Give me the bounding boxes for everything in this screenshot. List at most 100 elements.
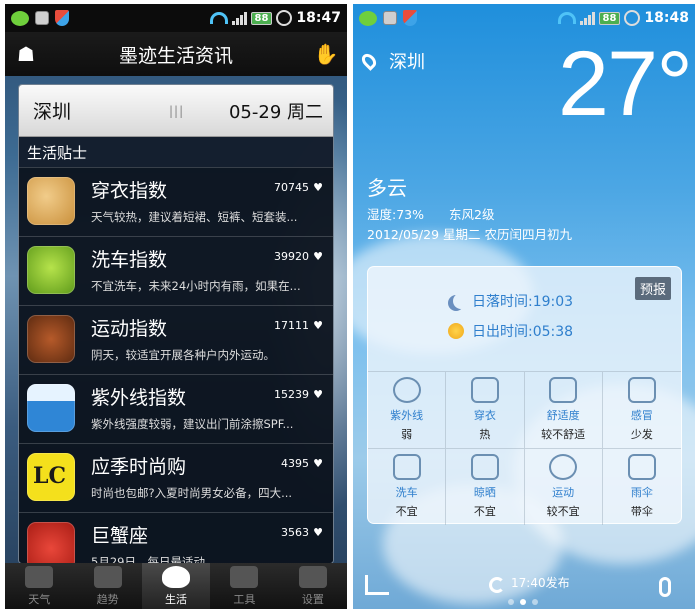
- tip-name: 运动指数: [91, 318, 168, 340]
- weather-screen: 88 18:48 深圳 27° 多云 湿度:73% 东风2级 2012/05/2…: [353, 4, 695, 609]
- battery-icon: 88: [598, 11, 621, 25]
- index-carwash[interactable]: 洗车 不宜: [368, 448, 447, 525]
- sunrise-time: 日出时间:05:38: [472, 324, 574, 340]
- tip-desc: 天气较热，建议着短裙、短裤、短套装...: [91, 210, 298, 224]
- tab-weather[interactable]: 天气: [5, 563, 73, 609]
- settings-gear-icon: [298, 566, 327, 588]
- football-icon: [27, 315, 75, 363]
- index-umbrella[interactable]: 雨伞 带伞: [603, 449, 681, 526]
- crab-icon: [27, 522, 75, 563]
- index-value: 带伞: [630, 505, 653, 519]
- index-value: 不宜: [395, 505, 418, 519]
- signal-icon: [579, 11, 595, 25]
- add-city-icon[interactable]: ☗: [13, 42, 39, 66]
- list-item[interactable]: 洗车指数 39920 ♥ 不宜洗车，未来24小时内有雨，如果在...: [19, 236, 333, 305]
- tab-label: 趋势: [96, 593, 119, 606]
- medkit-icon: [627, 377, 656, 404]
- city-name: 深圳: [389, 52, 425, 73]
- index-value: 弱: [401, 428, 413, 442]
- signal-icon: [231, 11, 247, 25]
- status-bar: 88 18:47: [5, 4, 347, 32]
- trend-icon: [93, 566, 122, 588]
- ball-icon: [549, 454, 578, 481]
- wechat-icon: [359, 10, 377, 26]
- refresh-icon[interactable]: [489, 577, 505, 593]
- weather-condition: 多云: [367, 176, 407, 200]
- like-count: 3563: [281, 526, 309, 539]
- weather-icon: [25, 566, 54, 588]
- wifi-icon: [557, 12, 576, 24]
- list-item[interactable]: LC 应季时尚购 4395 ♥ 时尚也包邮?入夏时尚男女必备，四大...: [19, 443, 333, 512]
- index-value: 较不宜: [546, 505, 580, 519]
- tip-name: 穿衣指数: [91, 180, 168, 202]
- index-value: 较不舒适: [541, 428, 586, 442]
- temperature: 27°: [557, 33, 693, 135]
- status-time: 18:47: [296, 10, 341, 26]
- alarm-icon: [624, 10, 641, 26]
- lc-logo-icon: LC: [27, 453, 75, 501]
- umbrella-icon: [27, 384, 75, 432]
- sunset-row: 日落时间:19:03: [448, 291, 573, 311]
- car-wash-icon: [27, 246, 75, 294]
- index-cold[interactable]: 感冒 少发: [602, 372, 681, 449]
- heart-icon: [549, 377, 578, 404]
- date-label: 05-29 周二: [228, 101, 323, 123]
- index-value: 少发: [630, 428, 653, 442]
- sock-icon: [470, 454, 499, 481]
- like-count: 17111: [274, 319, 309, 332]
- list-item[interactable]: 运动指数 17111 ♥ 阴天，较适宜开展各种户内外运动。: [19, 305, 333, 374]
- list-item[interactable]: 穿衣指数 70745 ♥ 天气较热，建议着短裙、短裤、短套装...: [19, 167, 333, 236]
- forecast-button[interactable]: 预报: [634, 277, 671, 300]
- tip-desc: 紫外线强度较弱，建议出门前涂擦SPF...: [91, 417, 294, 431]
- index-label: 雨伞: [630, 486, 653, 500]
- life-info-screen: 88 18:47 ☗ 墨迹生活资讯 ✋ 深圳 ||| 05-29 周二 生活贴士…: [5, 4, 347, 609]
- alarm-icon: [276, 10, 293, 26]
- tab-trend[interactable]: 趋势: [73, 563, 141, 609]
- index-label: 晾晒: [473, 486, 496, 500]
- index-label: 穿衣: [473, 409, 496, 423]
- list-item[interactable]: 紫外线指数 15239 ♥ 紫外线强度较弱，建议出门前涂擦SPF...: [19, 374, 333, 443]
- shirt-icon: [470, 377, 499, 404]
- life-heart-icon: [162, 566, 191, 588]
- heart-icon: ♥: [313, 250, 323, 263]
- list-item[interactable]: 巨蟹座 3563 ♥ 5月29日，每日最适动...: [19, 512, 333, 563]
- microphone-icon[interactable]: [659, 577, 671, 597]
- sunrise-row: 日出时间:05:38: [448, 321, 573, 341]
- location[interactable]: 深圳: [359, 48, 425, 74]
- section-title: 生活贴士: [19, 137, 333, 167]
- heart-icon: ♥: [313, 388, 323, 401]
- page-title: 墨迹生活资讯: [118, 44, 233, 67]
- status-bar: 88 18:48: [353, 4, 695, 32]
- city-name: 深圳: [33, 101, 72, 123]
- index-comfort[interactable]: 舒适度 较不舒适: [524, 372, 603, 449]
- like-count: 39920: [274, 250, 309, 263]
- index-drying[interactable]: 晾晒 不宜: [446, 448, 525, 525]
- tab-tools[interactable]: 工具: [210, 563, 278, 609]
- index-sport[interactable]: 运动 较不宜: [525, 448, 603, 525]
- life-tips-card: 深圳 ||| 05-29 周二 生活贴士 穿衣指数 70745 ♥ 天气较热，建…: [18, 84, 334, 564]
- heart-icon: ♥: [313, 181, 323, 194]
- index-label: 运动: [552, 486, 575, 500]
- clothing-icon: [27, 177, 75, 225]
- publish-time: 17:40发布: [511, 576, 570, 590]
- index-label: 舒适度: [546, 409, 580, 423]
- share-icon[interactable]: ✋: [313, 42, 339, 66]
- index-value: 热: [479, 428, 491, 442]
- wind: 东风2级: [449, 207, 495, 222]
- heart-icon: ♥: [313, 457, 323, 470]
- index-clothing[interactable]: 穿衣热: [446, 372, 525, 449]
- date-line: 2012/05/29 星期二 农历闰四月初九: [367, 227, 572, 242]
- like-count: 4395: [281, 457, 309, 470]
- tab-life[interactable]: 生活: [141, 563, 211, 609]
- sunset-time: 日落时间:19:03: [472, 294, 574, 310]
- weather-bottom-bar: 17:40发布: [353, 563, 695, 609]
- wifi-icon: [209, 12, 228, 24]
- tab-label: 设置: [301, 593, 324, 606]
- heart-icon: ♥: [313, 526, 323, 539]
- drag-handle-icon[interactable]: |||: [169, 104, 184, 118]
- trend-chart-icon[interactable]: [365, 575, 389, 595]
- car-icon: [392, 454, 421, 481]
- index-uv[interactable]: 紫外线弱: [368, 372, 447, 449]
- tab-settings[interactable]: 设置: [279, 563, 347, 609]
- city-row[interactable]: 深圳 ||| 05-29 周二: [19, 85, 333, 137]
